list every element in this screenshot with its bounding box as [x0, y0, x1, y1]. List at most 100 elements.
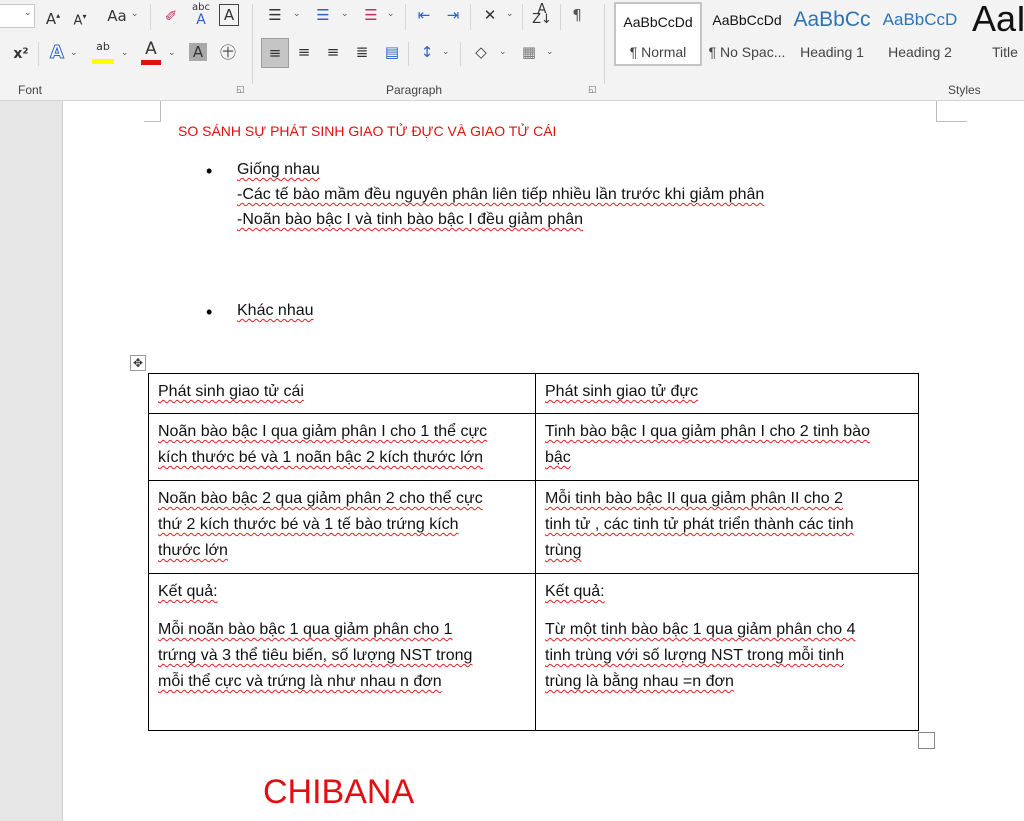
clear-formatting-button[interactable]: ✐: [160, 6, 182, 26]
table-resize-handle[interactable]: [918, 732, 935, 749]
similar-line-1[interactable]: -Các tế bào mầm đều nguyên phân liên tiế…: [237, 186, 764, 204]
cell-line: thứ 2 kích thước bé và 1 tế bào trứng kí…: [158, 516, 459, 533]
table-cell[interactable]: Noãn bào bậc I qua giảm phân I cho 1 thể…: [148, 413, 536, 481]
divider: [460, 42, 461, 66]
sort-button[interactable]: A Z↓: [532, 3, 552, 26]
style-name: Heading 2: [888, 44, 952, 60]
result-heading: Kết quả:: [158, 583, 218, 600]
font-color-button[interactable]: A: [141, 40, 161, 65]
enclose-characters-button[interactable]: ㊉: [218, 43, 238, 63]
divider: [560, 4, 561, 30]
document-title[interactable]: SO SÁNH SỰ PHÁT SINH GIAO TỬ ĐỰC VÀ GIAO…: [178, 123, 556, 139]
phonetic-guide-button[interactable]: abc A: [190, 2, 212, 28]
character-border-button[interactable]: A: [219, 4, 239, 26]
align-left-button[interactable]: ≡: [261, 38, 289, 68]
text-effects-dropdown-icon[interactable]: ⌄: [70, 48, 78, 58]
grow-font-button[interactable]: A▴: [44, 6, 62, 29]
divider: [405, 4, 406, 30]
table-header-cell[interactable]: Phát sinh giao tử đực: [535, 373, 919, 414]
cell-line: Noãn bào bậc 2 qua giảm phân 2 cho thể c…: [158, 490, 483, 507]
font-dialog-launcher-icon[interactable]: ◱: [236, 85, 245, 95]
cell-line: mỗi thể cực và trứng là như nhau n đơn: [158, 673, 442, 690]
highlight-dropdown-icon[interactable]: ⌄: [121, 48, 129, 58]
line-spacing-dropdown-icon[interactable]: ⌄: [442, 47, 450, 57]
bullets-dropdown-icon[interactable]: ⌄: [293, 9, 301, 19]
justify-button[interactable]: ≣: [351, 42, 373, 62]
style-sample: AaBbCcDd: [712, 12, 782, 28]
table-cell[interactable]: Tinh bào bậc I qua giảm phân I cho 2 tin…: [535, 413, 919, 481]
watermark-text: CHIBANA: [263, 773, 415, 811]
line-spacing-button[interactable]: ↕: [416, 42, 438, 62]
align-center-button[interactable]: ≡: [293, 42, 315, 62]
multilevel-list-button[interactable]: ☰: [360, 5, 382, 25]
align-right-button[interactable]: ≡: [322, 42, 344, 62]
cell-line: trùng: [545, 542, 582, 559]
style-sample: AaI: [972, 2, 1024, 39]
shading-dropdown-icon[interactable]: ⌄: [499, 47, 507, 57]
table-row: Kết quả: Mỗi noãn bào bậc 1 qua giảm phâ…: [148, 573, 919, 731]
different-heading[interactable]: Khác nhau: [237, 302, 314, 320]
divider: [522, 4, 523, 30]
style-heading-1[interactable]: AaBbCc Heading 1: [792, 2, 872, 66]
crop-mark-left: [144, 101, 161, 122]
distributed-button[interactable]: ▤: [381, 42, 403, 62]
asian-layout-dropdown-icon[interactable]: ⌄: [506, 9, 514, 19]
cell-line: tinh tử , các tinh tử phát triển thành c…: [545, 516, 854, 533]
table-header-row: Phát sinh giao tử cái Phát sinh giao tử …: [148, 373, 919, 414]
left-margin-area: [0, 101, 63, 821]
highlight-color-button[interactable]: ab: [92, 40, 114, 64]
change-case-button[interactable]: Aa: [105, 6, 129, 26]
divider: [38, 42, 39, 66]
decrease-indent-button[interactable]: ⇤: [413, 5, 435, 25]
numbering-dropdown-icon[interactable]: ⌄: [341, 9, 349, 19]
table-cell[interactable]: Kết quả: Mỗi noãn bào bậc 1 qua giảm phâ…: [148, 573, 536, 731]
font-size-dropdown-icon[interactable]: ⌄: [24, 8, 32, 18]
numbering-button[interactable]: ☰: [312, 5, 334, 25]
paragraph-dialog-launcher-icon[interactable]: ◱: [588, 85, 597, 95]
table-move-handle-icon[interactable]: ✥: [130, 355, 146, 371]
superscript-button[interactable]: x²: [10, 44, 32, 64]
asian-layout-icon[interactable]: ✕: [478, 5, 502, 25]
cell-line: Tinh bào bậc I qua giảm phân I cho 2 tin…: [545, 423, 870, 440]
similar-line-2[interactable]: -Noãn bào bậc I và tinh bào bậc I đều gi…: [237, 211, 583, 229]
multilevel-dropdown-icon[interactable]: ⌄: [387, 9, 395, 19]
show-hide-formatting-button[interactable]: ¶: [567, 5, 587, 25]
similar-heading-text: Giống nhau: [237, 161, 320, 178]
similar-line-text: -Các tế bào mầm đều nguyên phân liên tiế…: [237, 186, 765, 203]
paragraph-group-label: Paragraph: [386, 83, 443, 97]
cell-line: Mỗi noãn bào bậc 1 qua giảm phân cho 1: [158, 621, 453, 638]
divider: [150, 4, 151, 30]
style-no-spacing[interactable]: AaBbCcDd ¶ No Spac...: [704, 2, 790, 66]
style-heading-2[interactable]: AaBbCcD Heading 2: [880, 2, 960, 66]
increase-indent-button[interactable]: ⇥: [442, 5, 464, 25]
different-heading-text: Khác nhau: [237, 302, 314, 319]
cell-line: Noãn bào bậc I qua giảm phân I cho 1 thể…: [158, 423, 488, 440]
cell-line: Từ một tinh bào bậc 1 qua giảm phân cho …: [545, 621, 856, 638]
table-cell[interactable]: Kết quả: Từ một tinh bào bậc 1 qua giảm …: [535, 573, 919, 731]
table-header-cell[interactable]: Phát sinh giao tử cái: [148, 373, 536, 414]
font-color-dropdown-icon[interactable]: ⌄: [168, 48, 176, 58]
shrink-font-button[interactable]: A▾: [71, 7, 89, 31]
character-shading-button[interactable]: A: [189, 43, 207, 61]
divider: [604, 4, 605, 84]
bullet-icon: •: [206, 302, 213, 322]
borders-dropdown-icon[interactable]: ⌄: [546, 47, 554, 57]
text-effects-button[interactable]: A: [48, 42, 66, 63]
bullets-button[interactable]: ☰: [264, 5, 286, 25]
borders-button[interactable]: ▦: [518, 42, 540, 62]
table-row: Noãn bào bậc I qua giảm phân I cho 1 thể…: [148, 413, 919, 481]
shading-button[interactable]: ◇: [470, 42, 492, 62]
similar-line-text: -Noãn bào bậc I và tinh bào bậc I đều gi…: [237, 211, 584, 228]
styles-group-label: Styles: [948, 83, 981, 97]
cell-line: bậc: [545, 449, 571, 466]
style-normal[interactable]: AaBbCcDd ¶ Normal: [614, 2, 702, 66]
cell-text: Phát sinh giao tử cái: [158, 383, 304, 400]
divider: [408, 42, 409, 66]
similar-heading[interactable]: Giống nhau: [237, 161, 320, 179]
table-cell[interactable]: Mỗi tinh bào bậc II qua giảm phân II cho…: [535, 480, 919, 574]
change-case-dropdown-icon[interactable]: ⌄: [131, 9, 139, 19]
style-title[interactable]: AaI Title: [966, 2, 1024, 66]
table-cell[interactable]: Noãn bào bậc 2 qua giảm phân 2 cho thể c…: [148, 480, 536, 574]
cell-line: tinh trùng với số lượng NST trong mỗi ti…: [545, 647, 845, 664]
